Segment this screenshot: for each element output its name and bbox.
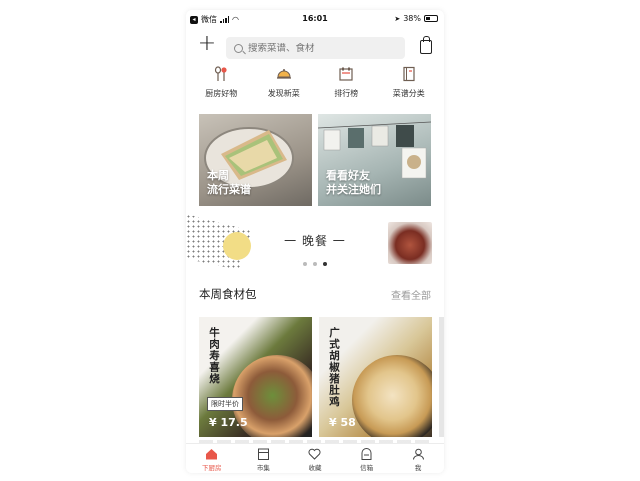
banner-line: 本周 [207,169,229,182]
banner-follow-friends[interactable]: 看看好友 并关注她们 [318,114,431,206]
ingredient-pack-list: 牛肉寿喜烧 限时半价 ¥ 17.5 广式胡椒猪肚鸡 ¥ 58 [199,317,444,437]
cloche-dish-icon [276,69,291,79]
tab-label: 信箱 [360,464,374,472]
product-price: ¥ 17.5 [209,416,248,429]
meal-carousel[interactable]: 一 晚餐 一 [186,212,444,272]
tab-label: 市集 [256,464,270,472]
search-icon [234,43,243,53]
view-all-link[interactable]: 查看全部 [391,287,431,302]
category-label: 发现新菜 [267,89,300,98]
heart-icon [308,448,321,460]
tab-label: 下厨房 [202,464,222,472]
tab-label: 我 [414,464,422,472]
tab-mailbox[interactable]: 信箱 [342,444,392,473]
battery-percent: 38% [403,14,421,23]
banner-popular-recipes[interactable]: 本周 流行菜谱 [199,114,312,206]
category-recipe-types[interactable]: 菜谱分类 [378,66,440,110]
profile-icon [412,448,424,460]
search-input[interactable] [248,42,398,54]
section-header: 本周食材包 查看全部 [199,286,431,302]
product-price: ¥ 58 [329,416,356,429]
search-box[interactable] [226,37,405,59]
product-title: 牛肉寿喜烧 [208,327,220,385]
banner-line: 并关注她们 [326,183,381,196]
feature-banners: 本周 流行菜谱 看看好友 并关注她们 [199,114,431,206]
market-icon [257,448,269,460]
tab-favorites[interactable]: 收藏 [290,444,340,473]
category-label: 排行榜 [334,89,359,98]
app-screen: ◂ 微信 ◠ 16:01 ➤ 38% + 厨房好物 [186,10,444,473]
category-label: 菜谱分类 [392,89,425,98]
product-card[interactable]: 广式胡椒猪肚鸡 ¥ 58 [319,317,432,437]
status-right: ➤ 38% [394,14,438,23]
pager-dot[interactable] [313,262,317,266]
category-discover-new[interactable]: 发现新菜 [253,66,315,110]
pork-tripe-chicken-image [352,355,432,437]
pager-dot[interactable] [303,262,307,266]
tab-market[interactable]: 市集 [238,444,288,473]
section-title: 本周食材包 [199,287,257,301]
location-arrow-icon: ➤ [394,14,401,23]
product-card[interactable]: 牛肉寿喜烧 限时半价 ¥ 17.5 [199,317,312,437]
category-ranking[interactable]: 排行榜 [315,66,377,110]
product-title: 广式胡椒猪肚鸡 [328,327,340,408]
battery-icon [424,15,438,22]
banner-line: 看看好友 [326,169,370,182]
category-nav: 厨房好物 发现新菜 排行榜 菜谱分类 [186,66,444,110]
kitchen-tools-icon [215,66,227,81]
shopping-bag-button[interactable] [420,36,432,54]
carousel-pager [186,262,444,266]
tab-bar: 下厨房 市集 收藏 信箱 我 [186,443,444,473]
recipe-book-icon [403,66,415,82]
ranking-board-icon [339,67,353,81]
product-card-peek[interactable] [439,317,444,437]
banner-caption: 看看好友 并关注她们 [326,169,381,197]
banner-caption: 本周 流行菜谱 [207,169,251,197]
pager-dot-active[interactable] [323,262,327,266]
home-icon [206,449,218,460]
mailbox-icon [361,448,372,460]
tab-home[interactable]: 下厨房 [187,444,237,473]
search-row: + [186,30,444,62]
discount-tag: 限时半价 [207,397,243,411]
meal-dish-thumbnail[interactable] [388,222,432,264]
add-recipe-button[interactable]: + [197,33,217,55]
banner-line: 流行菜谱 [207,183,251,196]
tab-profile[interactable]: 我 [393,444,443,473]
category-label: 厨房好物 [205,89,238,98]
tab-label: 收藏 [308,464,322,472]
category-kitchen-goods[interactable]: 厨房好物 [190,66,252,110]
status-bar: ◂ 微信 ◠ 16:01 ➤ 38% [186,10,444,28]
